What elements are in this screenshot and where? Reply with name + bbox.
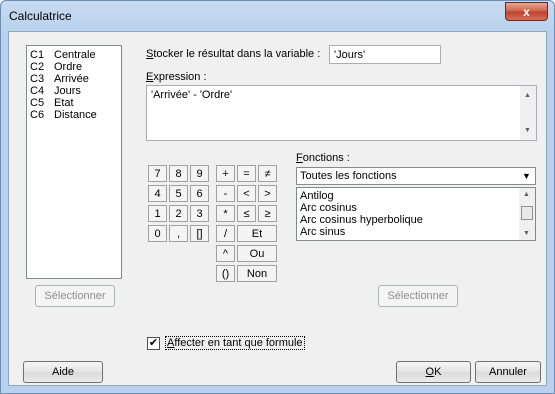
expression-input[interactable]: 'Arrivée' - 'Ordre' ▲ ▼ (146, 85, 537, 141)
key-parentheses[interactable]: () (216, 265, 235, 282)
store-label: Stocker le résultat dans la variable : (146, 48, 321, 60)
key-3[interactable]: 3 (190, 205, 209, 222)
key-less-than[interactable]: < (237, 185, 256, 202)
scroll-up-icon[interactable]: ▲ (523, 191, 530, 198)
close-icon: x (523, 4, 530, 19)
key-brackets[interactable]: [] (190, 225, 209, 242)
key-0[interactable]: 0 (148, 225, 167, 242)
key-6[interactable]: 6 (190, 185, 209, 202)
cancel-button[interactable]: Annuler (475, 361, 541, 383)
assign-formula-label[interactable]: Affecter en tant que formule (165, 336, 305, 350)
select-variable-button[interactable]: Sélectionner (35, 285, 115, 307)
chevron-down-icon[interactable]: ▼ (518, 168, 535, 184)
key-5[interactable]: 5 (169, 185, 188, 202)
function-item[interactable]: Antilog (297, 190, 535, 202)
function-item[interactable]: Arc cosinus hyperbolique (297, 214, 535, 226)
variable-list[interactable]: C1 Centrale C2 Ordre C3 Arrivée C4 Jours C5 E… (26, 45, 122, 279)
key-or[interactable]: Ou (237, 245, 277, 262)
variable-item[interactable]: C5 Etat (27, 97, 121, 109)
functions-label: Fonctions : (296, 152, 350, 164)
function-item[interactable]: Arc sinus (297, 226, 535, 238)
variable-item[interactable]: C6 Distance (27, 109, 121, 121)
variable-item[interactable]: C1 Centrale (27, 49, 121, 61)
select-function-button[interactable]: Sélectionner (378, 285, 458, 307)
key-equal[interactable]: = (237, 165, 256, 182)
functions-list[interactable]: Antilog Arc cosinus Arc cosinus hyperbol… (296, 187, 536, 241)
ok-button[interactable]: OK (396, 361, 471, 383)
key-plus[interactable]: + (216, 165, 235, 182)
title-bar: Calculatrice x (1, 1, 554, 31)
window-title: Calculatrice (9, 9, 72, 23)
key-power[interactable]: ^ (216, 245, 235, 262)
variable-item[interactable]: C3 Arrivée (27, 73, 121, 85)
calculator-dialog: Calculatrice x C1 Centrale C2 Ordre C3 Arri… (0, 0, 555, 394)
variable-item[interactable]: C4 Jours (27, 85, 121, 97)
store-variable-input[interactable]: 'Jours' (329, 45, 441, 64)
functions-scrollbar[interactable]: ▲ ▼ (519, 188, 535, 240)
scroll-thumb[interactable] (521, 206, 533, 220)
variable-item[interactable]: C2 Ordre (27, 61, 121, 73)
key-not-equal[interactable]: ≠ (258, 165, 277, 182)
key-greater-than[interactable]: > (258, 185, 277, 202)
key-1[interactable]: 1 (148, 205, 167, 222)
key-not[interactable]: Non (237, 265, 277, 282)
key-divide[interactable]: / (216, 225, 235, 242)
scroll-down-icon[interactable]: ▼ (524, 127, 531, 134)
expression-label: Expression : (146, 71, 207, 83)
key-minus[interactable]: - (216, 185, 235, 202)
key-8[interactable]: 8 (169, 165, 188, 182)
key-9[interactable]: 9 (190, 165, 209, 182)
scroll-up-icon[interactable]: ▲ (524, 92, 531, 99)
key-less-equal[interactable]: ≤ (237, 205, 256, 222)
assign-formula-checkbox[interactable]: ✔ (147, 337, 160, 350)
help-button[interactable]: Aide (23, 361, 103, 383)
key-4[interactable]: 4 (148, 185, 167, 202)
key-2[interactable]: 2 (169, 205, 188, 222)
function-item[interactable]: Arc cosinus (297, 202, 535, 214)
key-greater-equal[interactable]: ≥ (258, 205, 277, 222)
key-comma[interactable]: , (169, 225, 188, 242)
key-and[interactable]: Et (237, 225, 277, 242)
close-button[interactable]: x (505, 2, 548, 21)
functions-category-select[interactable]: Toutes les fonctions ▼ (296, 167, 536, 185)
expression-scrollbar[interactable]: ▲ ▼ (520, 86, 536, 140)
key-multiply[interactable]: * (216, 205, 235, 222)
scroll-down-icon[interactable]: ▼ (523, 230, 530, 237)
dialog-body: C1 Centrale C2 Ordre C3 Arrivée C4 Jours C5 E… (8, 31, 547, 386)
key-7[interactable]: 7 (148, 165, 167, 182)
